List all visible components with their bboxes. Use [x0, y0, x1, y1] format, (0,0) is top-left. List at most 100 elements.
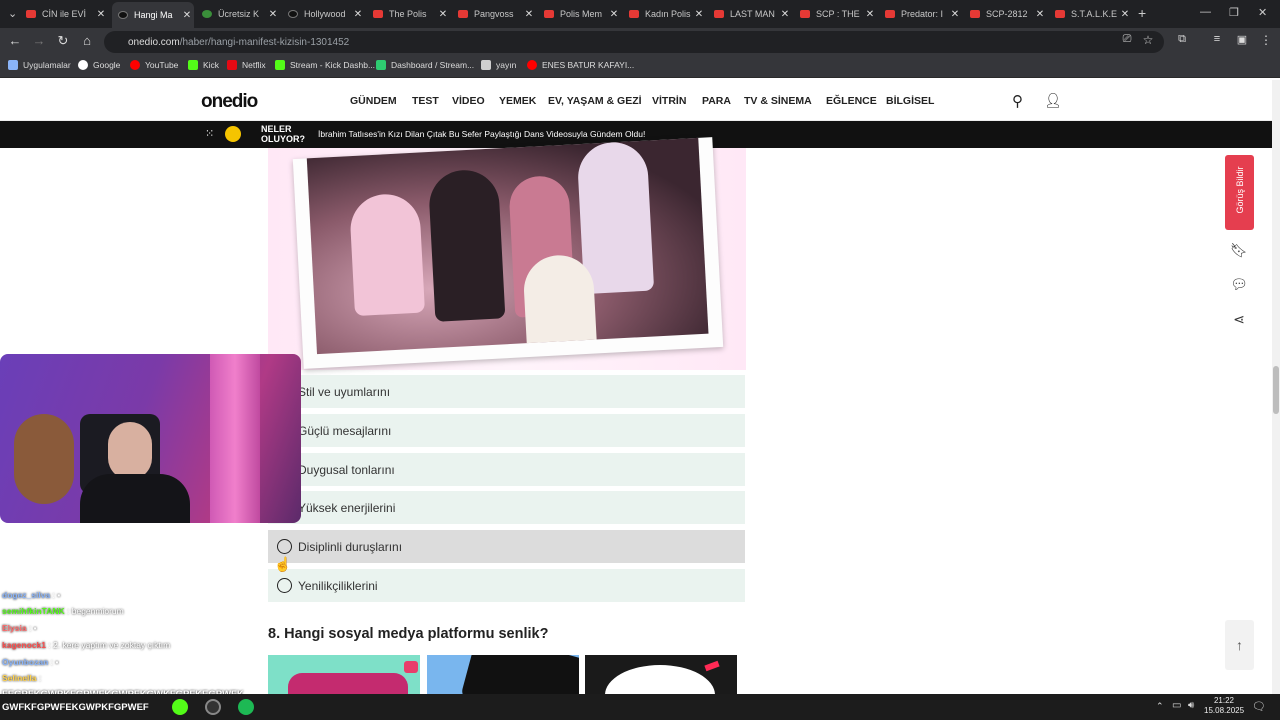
user-icon[interactable]: 👤︎ [1044, 92, 1062, 109]
ticker-headline[interactable]: İbrahim Tatlıses'in Kızı Dilan Çıtak Bu … [318, 129, 645, 139]
nav-item-7[interactable]: TV & SİNEMA [744, 95, 812, 107]
tab-search-icon[interactable]: ⌄ [8, 7, 17, 20]
nav-item-4[interactable]: EV, YAŞAM & GEZİ [548, 95, 642, 107]
bookmark-1[interactable]: Google [78, 60, 120, 70]
tab-close-icon[interactable]: ✕ [436, 9, 450, 20]
tab-7[interactable]: Kadın Polis ✕ [623, 3, 706, 25]
tab-close-icon[interactable]: ✕ [778, 9, 792, 20]
tab-close-icon[interactable]: ✕ [1033, 9, 1047, 20]
tab-3[interactable]: Hollywood ✕ [282, 3, 365, 25]
tab-6[interactable]: Polis Mem ✕ [538, 3, 621, 25]
minimize-icon[interactable]: — [1200, 6, 1211, 18]
nav-item-2[interactable]: VİDEO [452, 95, 485, 107]
extensions-icon[interactable]: ⧉ [1173, 33, 1191, 46]
share-icon[interactable]: ⋖ [1228, 308, 1250, 330]
bookmark-8[interactable]: ENES BATUR KAFAYI... [527, 60, 634, 70]
quiz-option[interactable]: Stil ve uyumlarını [268, 375, 745, 408]
answer-image-tiktok[interactable] [585, 655, 737, 694]
youtube-icon [800, 10, 810, 18]
nav-item-6[interactable]: PARA [702, 95, 731, 107]
home-icon[interactable]: ⌂ [78, 33, 96, 48]
system-clock[interactable]: 21:22 15.08.2025 [1204, 696, 1244, 716]
tab-close-icon[interactable]: ✕ [351, 9, 365, 20]
tab-close-icon[interactable]: ✕ [692, 9, 706, 20]
streamelements-icon [376, 60, 386, 70]
tab-close-icon[interactable]: ✕ [94, 9, 108, 20]
media-icon[interactable]: ≡ [1208, 33, 1226, 45]
nav-item-3[interactable]: YEMEK [499, 95, 536, 107]
chat-username: semihfkinTANK [2, 606, 65, 616]
obs-app-icon[interactable] [205, 699, 221, 715]
back-icon[interactable]: ← [6, 33, 24, 48]
tab-close-icon[interactable]: ✕ [948, 9, 962, 20]
tab-0[interactable]: CİN ile EVİ ✕ [20, 3, 108, 25]
quiz-option[interactable]: Disiplinli duruşlarını [268, 530, 745, 563]
restore-icon[interactable]: ❐ [1229, 6, 1239, 19]
tab-close-icon[interactable]: ✕ [607, 9, 621, 20]
youtube-icon [26, 10, 36, 18]
scroll-top-button[interactable]: ↑ [1225, 620, 1254, 670]
answer-image-youtube[interactable] [268, 655, 420, 694]
notifications-icon[interactable]: 🗨︎ [1252, 700, 1266, 713]
webcam-teddy [14, 414, 74, 504]
bookmark-add-icon[interactable]: 🔖︎ [1228, 239, 1250, 261]
install-icon[interactable]: ⎚ [1118, 33, 1136, 46]
tab-1[interactable]: Hangi Ma ✕ [112, 2, 194, 28]
quiz-option[interactable]: Güçlü mesajlarını [268, 414, 745, 447]
new-tab-button[interactable]: + [1138, 5, 1146, 21]
bookmark-0[interactable]: Uygulamalar [8, 60, 71, 70]
feedback-button[interactable]: Görüş Bildir [1225, 155, 1254, 230]
tab-close-icon[interactable]: ✕ [1118, 9, 1132, 20]
tab-5[interactable]: Pangvoss ✕ [452, 3, 536, 25]
tab-close-icon[interactable]: ✕ [522, 9, 536, 20]
answer-image-twitter[interactable] [427, 655, 579, 694]
apps-grid-icon[interactable]: ⁙ [205, 127, 214, 140]
tab-close-icon[interactable]: ✕ [863, 9, 877, 20]
tab-close-icon[interactable]: ✕ [180, 10, 194, 21]
bookmark-7[interactable]: yayın [481, 60, 516, 70]
tab-12[interactable]: S.T.A.L.K.E ✕ [1049, 3, 1132, 25]
nav-item-1[interactable]: TEST [412, 95, 439, 107]
onedio-icon [118, 11, 128, 19]
kick-app-icon[interactable] [172, 699, 188, 715]
bookmark-label: Netflix [242, 60, 266, 70]
forward-icon[interactable]: → [30, 33, 48, 48]
tab-4[interactable]: The Polis ✕ [367, 3, 450, 25]
spotify-app-icon[interactable] [238, 699, 254, 715]
quiz-option[interactable]: Duygusal tonlarını [268, 453, 745, 486]
bookmark-4[interactable]: Netflix [227, 60, 266, 70]
tray-chevron-icon[interactable]: ⌃ [1156, 701, 1164, 712]
quiz-option[interactable]: Yenilikçiliklerini [268, 569, 745, 602]
profile-icon[interactable]: ▣ [1233, 33, 1251, 46]
tab-8[interactable]: LAST MAN ✕ [708, 3, 792, 25]
bookmark-3[interactable]: Kick [188, 60, 219, 70]
radio-circle-icon[interactable] [277, 539, 292, 554]
bookmark-2[interactable]: YouTube [130, 60, 178, 70]
network-icon[interactable]: ▭ [1172, 700, 1181, 711]
scrollbar-thumb[interactable] [1273, 366, 1279, 414]
bookmark-6[interactable]: Dashboard / Stream... [376, 60, 474, 70]
tab-close-icon[interactable]: ✕ [266, 9, 280, 20]
tab-10[interactable]: Predator: I ✕ [879, 3, 962, 25]
page-scrollbar[interactable] [1272, 80, 1280, 694]
nav-item-0[interactable]: GÜNDEM [350, 95, 397, 107]
menu-icon[interactable]: ⋮ [1257, 33, 1275, 47]
search-icon[interactable]: ⚲ [1012, 92, 1023, 110]
tab-11[interactable]: SCP-2812 ✕ [964, 3, 1047, 25]
tab-label: SCP-2812 [986, 9, 1028, 19]
volume-icon[interactable]: 🔊︎ [1188, 700, 1194, 711]
url-field[interactable]: onedio.com/haber/hangi-manifest-kizisin-… [104, 31, 1164, 53]
onedio-logo[interactable]: onedio [201, 91, 258, 113]
tab-2[interactable]: Ücretsiz K ✕ [196, 3, 280, 25]
reload-icon[interactable]: ↻ [54, 33, 72, 49]
bookmark-5[interactable]: Stream - Kick Dashb... [275, 60, 375, 70]
tab-9[interactable]: SCP : THE ✕ [794, 3, 877, 25]
quiz-option[interactable]: Yüksek enerjilerini [268, 491, 745, 524]
comments-icon[interactable]: 💬︎ [1228, 273, 1250, 295]
bookmark-star-icon[interactable]: ☆ [1139, 33, 1157, 47]
nav-item-8[interactable]: EĞLENCE [826, 95, 877, 107]
radio-circle-icon[interactable] [277, 578, 292, 593]
close-window-icon[interactable]: ✕ [1258, 6, 1267, 19]
nav-item-9[interactable]: BİLGİSEL [886, 95, 934, 107]
nav-item-5[interactable]: VİTRİN [652, 95, 686, 107]
